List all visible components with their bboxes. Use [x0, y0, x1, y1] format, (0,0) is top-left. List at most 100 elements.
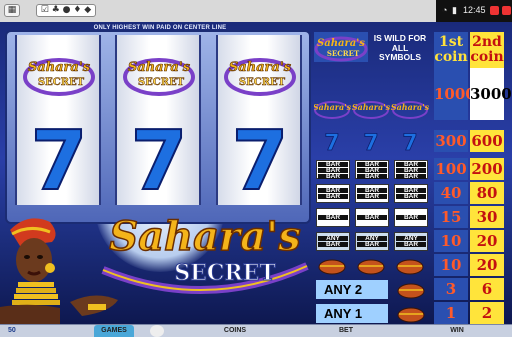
payout-2nd: 6 [470, 278, 504, 300]
seven-triple-icon: 7 7 7 [324, 131, 418, 152]
logo-combo: Sahara's Sahara's Sahara's [314, 98, 430, 120]
svg-text:Sahara's: Sahara's [352, 102, 391, 112]
coins-button[interactable]: COINS [180, 325, 290, 337]
triple-bar-icon: BAR BAR BAR [355, 160, 389, 180]
app-icon[interactable]: ▦ [4, 4, 20, 17]
paytable-row-any-1: ANY 1 1 2 [312, 302, 509, 324]
payout-1st: 1 [434, 302, 468, 324]
seven-combo: 7 7 7 [314, 130, 430, 152]
paytable-row-double-bar: BAR BAR BAR BAR BAR BAR 40 80 [312, 182, 509, 204]
reel-3[interactable]: Sahara's SECRET 7 [216, 35, 302, 205]
title-line2: SECRET [174, 260, 276, 286]
reel-2[interactable]: Sahara's SECRET 7 [115, 35, 201, 205]
sahara-secret-title-logo: Sahara's SECRET [101, 212, 309, 295]
payout-1st: 1000 [434, 68, 476, 120]
menu-icon[interactable] [150, 325, 164, 337]
payout-1st: 10 [434, 254, 468, 276]
svg-text:Sahara's: Sahara's [314, 102, 352, 112]
svg-text:Sahara's: Sahara's [317, 38, 365, 49]
triple-bar-icon: BAR BAR BAR [394, 160, 428, 180]
col2-header: 2nd coin [470, 32, 504, 68]
svg-text:7: 7 [324, 131, 339, 152]
payout-2nd: 2 [470, 302, 504, 324]
payout-2nd: 200 [470, 158, 504, 180]
wild-description: IS WILD FOR ALL SYMBOLS [373, 33, 427, 62]
svg-text:SECRET: SECRET [327, 49, 360, 58]
svg-text:Sahara's: Sahara's [28, 60, 91, 75]
wild-logo-icon: Sahara's SECRET [314, 32, 368, 62]
any-1-label: ANY 1 [316, 304, 388, 323]
triple-bar-combo: BAR BAR BAR BAR BAR BAR BAR BAR BAR [314, 158, 430, 180]
double-bar-combo: BAR BAR BAR BAR BAR BAR [314, 182, 430, 204]
payout-2nd: 80 [470, 182, 504, 204]
double-bar-icon: BAR BAR [394, 184, 428, 203]
signal-icon: ▮ [452, 5, 457, 15]
svg-text:SECRET: SECRET [239, 77, 286, 88]
status-bar: ▦ ☑ ♣ ● ♦ ◆ ◔ ▮ 12:45 [0, 0, 512, 23]
triple-bar-icon: BAR BAR BAR [316, 160, 350, 180]
center-line-note: ONLY HIGHEST WIN PAID ON CENTER LINE [93, 25, 227, 31]
single-bar-icon: BAR [394, 208, 428, 227]
seven-symbol: 7 [230, 114, 289, 209]
sahara-logo-icon: Sahara's SECRET [23, 58, 95, 96]
pot-icon [397, 307, 425, 323]
clock: 12:45 [463, 5, 486, 15]
wifi-icon: ◔ [442, 5, 448, 15]
double-bar-icon: BAR BAR [355, 184, 389, 203]
exit-icon[interactable] [502, 6, 511, 15]
single-bar-icon: BAR [355, 208, 389, 227]
paytable-row-seven: 7 7 7 300 600 [312, 130, 509, 152]
payout-1st: 15 [434, 206, 468, 228]
payout-2nd: 3000 [470, 68, 512, 120]
col1-header: 1st coin [434, 32, 468, 68]
payout-2nd: 30 [470, 206, 504, 228]
any-2-combo: ANY 2 [314, 278, 430, 300]
any-2-label: ANY 2 [316, 280, 388, 299]
title-line1: Sahara's [109, 213, 301, 260]
payout-2nd: 20 [470, 254, 504, 276]
paytable-row-triple-bar: BAR BAR BAR BAR BAR BAR BAR BAR BAR 100 200 [312, 158, 509, 180]
sahara-logo-icon: Sahara's SECRET [123, 58, 195, 96]
slot-game: ONLY HIGHEST WIN PAID ON CENTER LINE Sah… [0, 22, 512, 324]
payout-2nd: 20 [470, 230, 504, 252]
pot-triple-icon [318, 259, 424, 275]
payout-1st: 40 [434, 182, 468, 204]
paytable: Sahara's SECRET IS WILD FOR ALL SYMBOLS … [312, 32, 512, 324]
any-bar-combo: ANY BAR ANY BAR ANY BAR [314, 230, 430, 252]
close-icon[interactable] [490, 6, 499, 15]
double-bar-icon: BAR BAR [316, 184, 350, 203]
logo-triple-icon: Sahara's Sahara's Sahara's [314, 101, 430, 119]
any-bar-icon: ANY BAR [355, 232, 389, 251]
games-button[interactable]: GAMES [94, 325, 134, 337]
reel-1[interactable]: Sahara's SECRET 7 [15, 35, 101, 205]
svg-text:7: 7 [363, 131, 378, 152]
paytable-row-any-2: ANY 2 3 6 [312, 278, 509, 300]
win-display: WIN [450, 327, 464, 334]
bet-button[interactable]: BET [296, 325, 396, 337]
svg-text:Sahara's: Sahara's [229, 60, 292, 75]
svg-text:Sahara's: Sahara's [128, 60, 191, 75]
any-bar-icon: ANY BAR [394, 232, 428, 251]
seven-symbol: 7 [29, 114, 88, 209]
svg-text:7: 7 [402, 131, 417, 152]
paytable-row-logo: Sahara's Sahara's Sahara's 1000 3000 [312, 68, 512, 120]
any-bar-icon: ANY BAR [316, 232, 350, 251]
balance-display: 50 [8, 327, 16, 334]
system-tray: ◔ ▮ 12:45 [436, 0, 512, 22]
control-bar: 50 GAMES COINS BET WIN [0, 324, 512, 337]
payout-2nd: 600 [470, 130, 504, 152]
single-bar-combo: BAR BAR BAR [314, 206, 430, 228]
svg-text:Sahara's: Sahara's [391, 102, 430, 112]
notification-icons[interactable]: ☑ ♣ ● ♦ ◆ [36, 4, 96, 17]
svg-text:SECRET: SECRET [38, 77, 85, 88]
payout-1st: 3 [434, 278, 468, 300]
paytable-row-any-bar: ANY BAR ANY BAR ANY BAR 10 20 [312, 230, 509, 252]
payout-1st: 100 [434, 158, 468, 180]
any-1-combo: ANY 1 [314, 302, 430, 324]
paytable-row-single-bar: BAR BAR BAR 15 30 [312, 206, 509, 228]
paytable-row-pot: 10 20 [312, 254, 509, 276]
pot-combo [314, 254, 430, 276]
pot-icon [397, 283, 425, 299]
payout-1st: 300 [434, 130, 468, 152]
seven-symbol: 7 [129, 114, 188, 209]
